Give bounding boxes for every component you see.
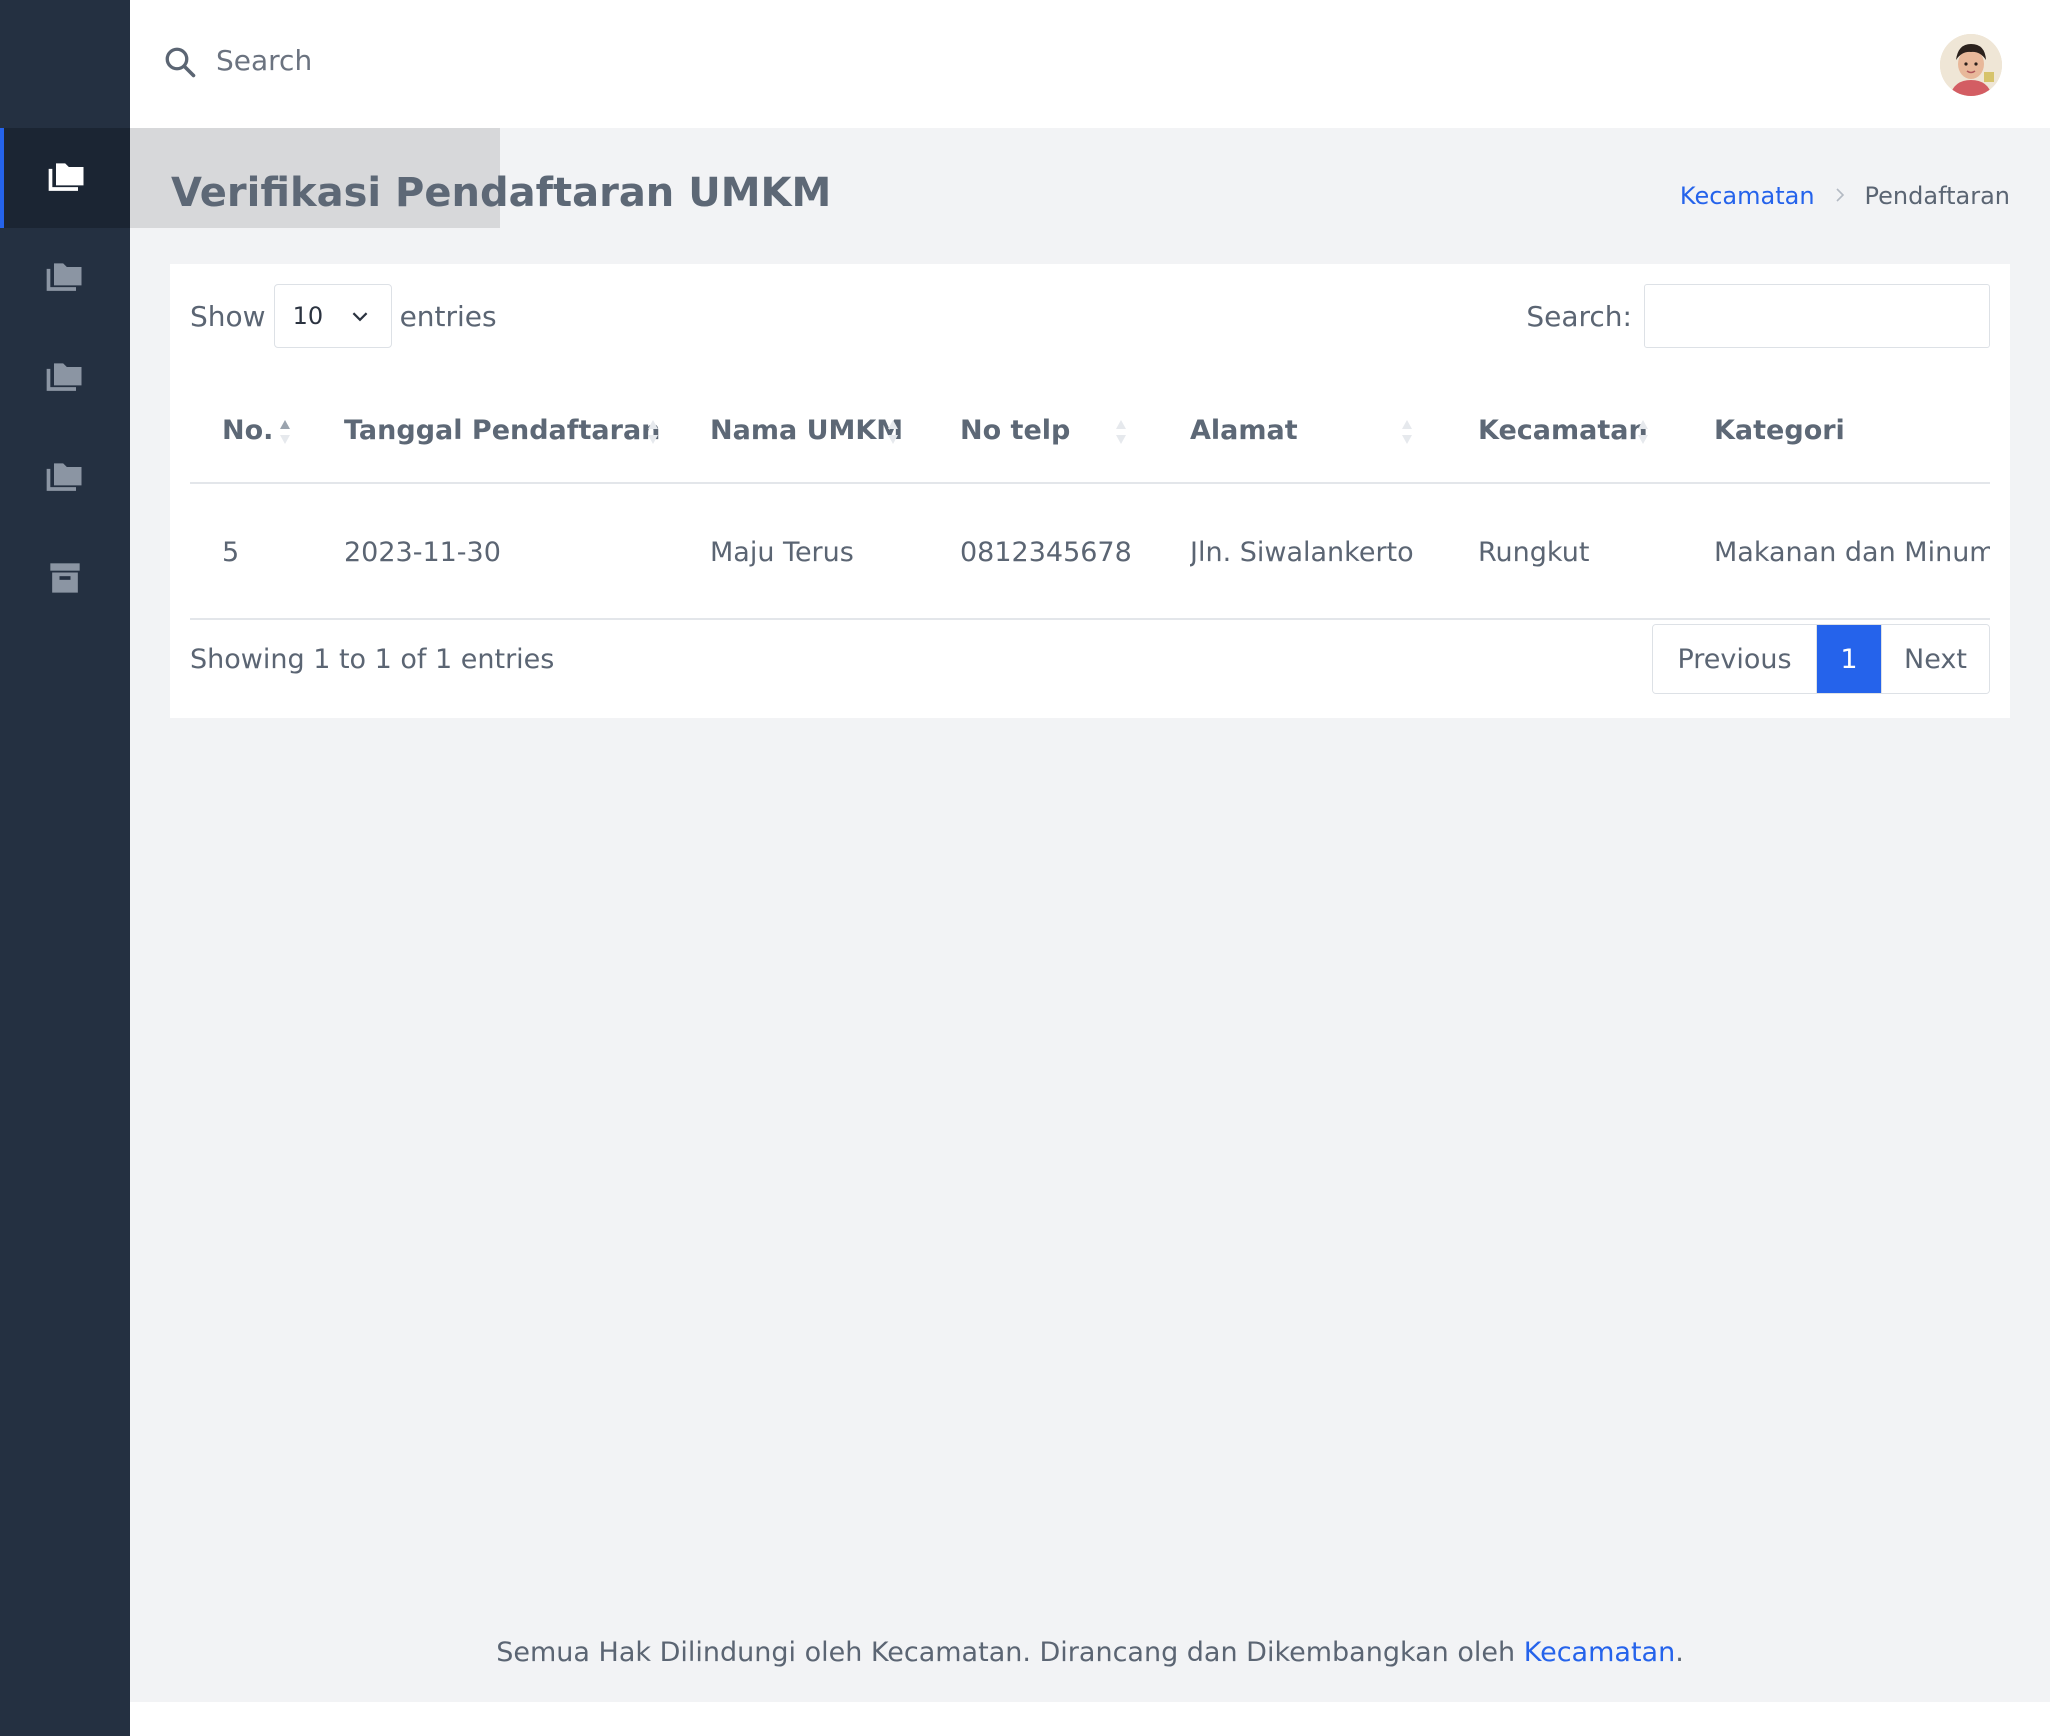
column-header-telp[interactable]: No telp: [960, 376, 1070, 484]
sidebar: [0, 0, 130, 1736]
sort-icon: [1116, 420, 1126, 444]
breadcrumb-link-kecamatan[interactable]: Kecamatan: [1680, 182, 1815, 210]
entries-select-value: 10: [292, 302, 324, 330]
sort-asc-icon: [280, 420, 290, 444]
sidebar-item-5[interactable]: [0, 528, 130, 628]
next-button[interactable]: Next: [1881, 625, 1989, 693]
table-row[interactable]: 5 2023-11-30 Maju Terus 0812345678 Jln. …: [190, 484, 1990, 620]
footer-text: Semua Hak Dilindungi oleh Kecamatan. Dir…: [496, 1636, 1516, 1668]
filter-control: Search:: [1526, 284, 1990, 348]
folders-icon: [48, 163, 84, 191]
column-header-nama[interactable]: Nama UMKM: [710, 376, 903, 484]
cell-kategori: Makanan dan Minuman: [1714, 536, 1990, 568]
folders-icon: [46, 463, 82, 491]
previous-button[interactable]: Previous: [1653, 625, 1817, 693]
data-table: No. Tanggal Pendaftaran Nama UMKM No tel…: [190, 376, 1990, 620]
column-header-kecamatan[interactable]: Kecamatan: [1478, 376, 1648, 484]
table-header: No. Tanggal Pendaftaran Nama UMKM No tel…: [190, 376, 1990, 484]
table-info: Showing 1 to 1 of 1 entries: [190, 644, 555, 675]
pagination: Previous 1 Next: [1652, 624, 1990, 694]
folders-icon: [46, 363, 82, 391]
chevron-down-icon: [352, 311, 367, 321]
entries-label: entries: [399, 299, 497, 333]
folders-icon: [46, 263, 82, 291]
column-header-alamat[interactable]: Alamat: [1190, 376, 1298, 484]
sidebar-item-1[interactable]: [0, 128, 130, 228]
sort-icon: [1402, 420, 1412, 444]
search-icon[interactable]: [162, 44, 198, 80]
sort-icon: [888, 420, 898, 444]
column-header-kategori[interactable]: Kategori: [1714, 376, 1845, 484]
topbar: Search: [130, 0, 2050, 128]
table-search-input[interactable]: [1644, 284, 1990, 348]
cell-kecamatan: Rungkut: [1478, 536, 1590, 568]
cell-tanggal: 2023-11-30: [344, 536, 501, 568]
entries-select[interactable]: 10: [273, 284, 392, 348]
column-header-tanggal[interactable]: Tanggal Pendaftaran: [344, 376, 660, 484]
cell-alamat: Jln. Siwalankerto: [1190, 536, 1414, 568]
show-label: Show: [190, 299, 266, 333]
search-input[interactable]: Search: [216, 44, 312, 77]
page-title: Verifikasi Pendaftaran UMKM: [171, 170, 832, 216]
sort-icon: [1638, 420, 1648, 444]
sidebar-item-2[interactable]: [0, 228, 130, 328]
sidebar-item-4[interactable]: [0, 428, 130, 528]
footer-end: .: [1675, 1636, 1684, 1668]
search-label: Search:: [1526, 299, 1632, 333]
breadcrumb: Kecamatan Pendaftaran: [1680, 182, 2010, 210]
footer-link-kecamatan[interactable]: Kecamatan: [1524, 1637, 1675, 1668]
sidebar-item-3[interactable]: [0, 328, 130, 428]
table-card: Show 10 entries Search: No. Tanggal Pend…: [170, 264, 2010, 718]
avatar[interactable]: [1940, 34, 2002, 96]
chevron-right-icon: [1835, 184, 1845, 209]
length-control: Show 10 entries: [190, 284, 497, 348]
avatar-image: [1940, 34, 2002, 96]
sort-icon: [648, 420, 658, 444]
breadcrumb-current: Pendaftaran: [1864, 182, 2010, 210]
page-1-button[interactable]: 1: [1817, 625, 1881, 693]
cell-no: 5: [222, 536, 240, 568]
column-header-no[interactable]: No.: [222, 376, 273, 484]
archive-icon: [50, 563, 80, 593]
footer: Semua Hak Dilindungi oleh Kecamatan. Dir…: [130, 1600, 2050, 1704]
bottom-strip: [130, 1702, 2050, 1736]
cell-telp: 0812345678: [960, 536, 1132, 568]
cell-nama: Maju Terus: [710, 536, 854, 568]
